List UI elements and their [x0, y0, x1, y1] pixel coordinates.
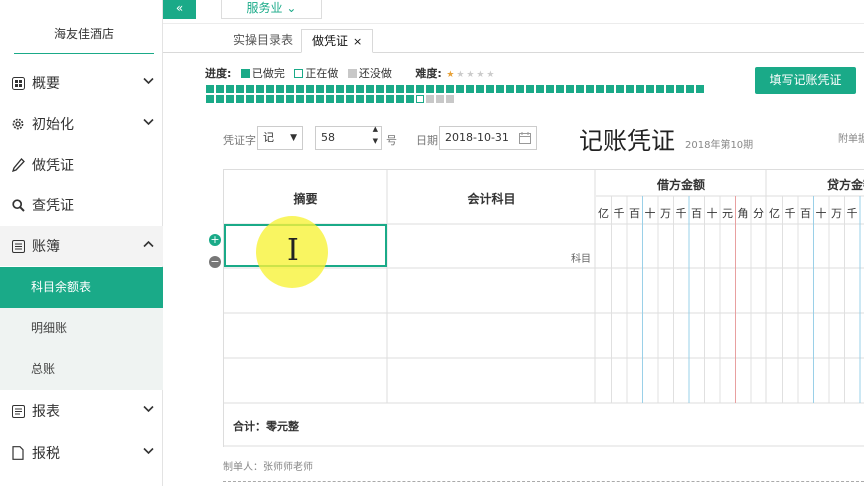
debit-digit-header: 角 — [737, 207, 749, 220]
remove-row-icon[interactable]: − — [209, 256, 221, 268]
debit-digit-header: 千 — [613, 207, 625, 220]
debit-digit-header: 万 — [660, 207, 671, 220]
debit-digit-header: 千 — [675, 207, 687, 220]
debit-digit-header: 十 — [644, 207, 656, 220]
credit-digit-header: 十 — [815, 207, 827, 220]
col-summary-header: 摘要 — [293, 192, 318, 206]
credit-digit-header: 千 — [846, 207, 858, 220]
debit-digit-header: 分 — [753, 207, 764, 220]
debit-digit-header: 亿 — [598, 207, 609, 220]
dashed-divider — [223, 481, 864, 482]
debit-digit-header: 十 — [706, 207, 718, 220]
debit-digit-header: 元 — [722, 207, 733, 220]
credit-digit-header: 亿 — [769, 207, 780, 220]
credit-digit-header: 千 — [784, 207, 796, 220]
subject-hint: 科目 — [571, 254, 591, 265]
col-subject-header: 会计科目 — [467, 192, 516, 206]
debit-digit-header: 百 — [629, 207, 640, 220]
voucher-maker: 制单人：张师师老师 — [223, 462, 313, 473]
credit-digit-header: 百 — [800, 207, 811, 220]
add-row-icon[interactable]: + — [209, 234, 221, 246]
col-debit-header: 借方金额 — [656, 178, 705, 192]
voucher-grid-lines — [223, 169, 864, 447]
credit-digit-header: 万 — [831, 207, 842, 220]
debit-digit-header: 百 — [691, 207, 702, 220]
text-cursor-icon: I — [287, 233, 299, 268]
total-amount: 合计：零元整 — [233, 420, 299, 433]
col-credit-header: 贷方金额 — [827, 178, 864, 192]
